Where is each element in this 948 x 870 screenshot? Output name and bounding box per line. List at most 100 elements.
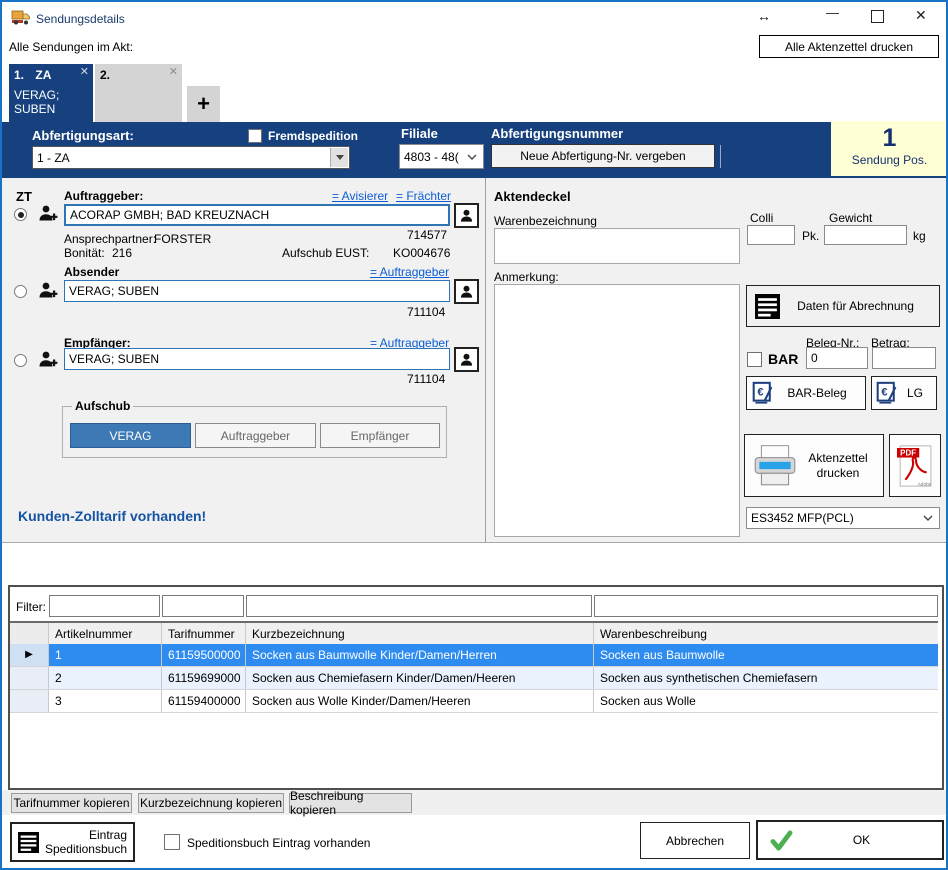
aufschub-auftraggeber-button[interactable]: Auftraggeber xyxy=(195,423,316,448)
zt-radio-empfaenger[interactable] xyxy=(14,354,27,367)
cell-tarifnummer[interactable]: 61159699000 xyxy=(162,667,246,689)
close-icon[interactable]: ✕ xyxy=(915,7,927,24)
row-selector-cell[interactable] xyxy=(10,690,49,712)
aufschub-verag-button[interactable]: VERAG xyxy=(70,423,191,448)
maximize-icon[interactable] xyxy=(871,10,884,23)
absender-auftraggeber-link[interactable]: = Auftraggeber xyxy=(370,265,449,279)
filter-tarifnummer-input[interactable] xyxy=(162,595,244,617)
column-header-artikelnummer[interactable]: Artikelnummer xyxy=(49,623,162,645)
row-selector-icon[interactable]: ▶ xyxy=(10,644,49,666)
cell-warenbeschreibung[interactable]: Socken aus Baumwolle xyxy=(594,644,938,666)
speditionsbuch-checkbox-label: Speditionsbuch Eintrag vorhanden xyxy=(187,836,370,850)
colli-input[interactable] xyxy=(747,225,795,245)
filter-kurzbezeichnung-input[interactable] xyxy=(246,595,592,617)
sendung-position-label: Sendung Pos. xyxy=(831,153,948,167)
auftraggeber-input[interactable] xyxy=(64,204,450,226)
anmerkung-textarea[interactable] xyxy=(494,284,740,537)
betrag-input[interactable] xyxy=(872,347,936,369)
copy-beschreibung-button[interactable]: Beschreibung kopieren xyxy=(289,793,412,813)
table-row[interactable]: 3 61159400000 Socken aus Wolle Kinder/Da… xyxy=(10,690,938,713)
column-header-tarifnummer[interactable]: Tarifnummer xyxy=(162,623,246,645)
absender-input[interactable] xyxy=(64,280,450,302)
minimize-icon[interactable]: — xyxy=(826,5,839,20)
copy-tarifnummer-button[interactable]: Tarifnummer kopieren xyxy=(11,793,132,813)
abfertigungsart-label: Abfertigungsart: xyxy=(32,128,134,143)
aktenzettel-drucken-button[interactable]: Aktenzettel drucken xyxy=(744,434,884,497)
table-header-row: Artikelnummer Tarifnummer Kurzbezeichnun… xyxy=(10,621,938,646)
dropdown-arrow-icon[interactable] xyxy=(330,148,348,167)
cell-warenbeschreibung[interactable]: Socken aus Wolle xyxy=(594,690,938,712)
empfaenger-input[interactable] xyxy=(64,348,450,370)
column-header-warenbeschreibung[interactable]: Warenbeschreibung xyxy=(594,623,938,645)
person-icon xyxy=(459,284,474,299)
zt-radio-auftraggeber[interactable] xyxy=(14,208,27,221)
app-truck-icon xyxy=(11,9,31,29)
add-tab-button[interactable]: + xyxy=(187,86,220,122)
tab1-close-icon[interactable]: ✕ xyxy=(80,67,89,78)
absender-lookup-button[interactable] xyxy=(454,279,479,304)
daten-abrechnung-button[interactable]: Daten für Abrechnung xyxy=(746,285,940,327)
cell-kurzbezeichnung[interactable]: Socken aus Chemiefasern Kinder/Damen/Hee… xyxy=(246,667,594,689)
cell-artikelnummer[interactable]: 3 xyxy=(49,690,162,712)
person-icon xyxy=(459,352,474,367)
filiale-dropdown[interactable]: 4803 - 48( xyxy=(399,144,484,169)
beleg-nr-input[interactable] xyxy=(806,347,868,369)
speditionsbuch-checkbox[interactable] xyxy=(164,834,180,850)
cell-kurzbezeichnung[interactable]: Socken aus Baumwolle Kinder/Damen/Herren xyxy=(246,644,594,666)
printer-icon xyxy=(751,444,799,488)
zolltarif-note: Kunden-Zolltarif vorhanden! xyxy=(18,508,206,524)
empfaenger-lookup-button[interactable] xyxy=(454,347,479,372)
tab2-close-icon[interactable]: ✕ xyxy=(169,67,178,78)
auftraggeber-lookup-button[interactable] xyxy=(454,203,479,228)
tab2-number: 2. xyxy=(100,68,110,82)
column-header-kurzbezeichnung[interactable]: Kurzbezeichnung xyxy=(246,623,594,645)
aufschub-empfaenger-button[interactable]: Empfänger xyxy=(320,423,440,448)
articles-table: Filter: Artikelnummer Tarifnummer Kurzbe… xyxy=(8,585,944,790)
copy-kurzbezeichnung-button[interactable]: Kurzbezeichnung kopieren xyxy=(138,793,284,813)
tab-shipment-1[interactable]: 1. ZA ✕ VERAG; SUBEN xyxy=(9,64,93,122)
zt-radio-absender[interactable] xyxy=(14,285,27,298)
add-person-icon[interactable] xyxy=(38,281,59,303)
ansprechpartner-value: FORSTER xyxy=(154,232,211,246)
cell-tarifnummer[interactable]: 61159500000 xyxy=(162,644,246,666)
filiale-label: Filiale xyxy=(401,126,438,141)
cancel-button[interactable]: Abbrechen xyxy=(640,822,750,859)
add-person-icon[interactable] xyxy=(38,350,59,372)
bar-checkbox[interactable] xyxy=(747,352,762,367)
cell-artikelnummer[interactable]: 1 xyxy=(49,644,162,666)
ok-button[interactable]: OK xyxy=(756,820,944,860)
row-selector-cell[interactable] xyxy=(10,667,49,689)
table-row[interactable]: ▶ 1 61159500000 Socken aus Baumwolle Kin… xyxy=(10,644,938,667)
abfertigungsart-dropdown[interactable]: 1 - ZA xyxy=(32,146,350,169)
cell-artikelnummer[interactable]: 2 xyxy=(49,667,162,689)
chevron-down-icon xyxy=(923,515,933,521)
gewicht-input[interactable] xyxy=(824,225,907,245)
fraechter-link[interactable]: = Frächter xyxy=(396,189,451,203)
tab-shipment-2[interactable]: 2. ✕ xyxy=(95,64,182,122)
bar-beleg-button[interactable]: € BAR-Beleg xyxy=(746,376,866,410)
anmerkung-label: Anmerkung: xyxy=(494,270,559,284)
filter-warenbeschreibung-input[interactable] xyxy=(594,595,938,617)
resize-icon[interactable]: ↔ xyxy=(757,8,771,24)
cell-kurzbezeichnung[interactable]: Socken aus Wolle Kinder/Damen/Heeren xyxy=(246,690,594,712)
add-person-icon[interactable] xyxy=(38,204,59,226)
fremdspedition-checkbox[interactable] xyxy=(248,129,262,143)
svg-text:€: € xyxy=(881,387,887,399)
avisierer-link[interactable]: = Avisierer xyxy=(332,189,388,203)
table-corner-cell xyxy=(10,623,49,645)
pk-label: Pk. xyxy=(802,229,819,243)
print-all-aktenzettel-button[interactable]: Alle Aktenzettel drucken xyxy=(759,35,939,58)
table-row[interactable]: 2 61159699000 Socken aus Chemiefasern Ki… xyxy=(10,667,938,690)
new-abfertigung-nr-button[interactable]: Neue Abfertigung-Nr. vergeben xyxy=(491,144,715,168)
lg-button[interactable]: € LG xyxy=(871,376,937,410)
cell-tarifnummer[interactable]: 61159400000 xyxy=(162,690,246,712)
cell-warenbeschreibung[interactable]: Socken aus synthetischen Chemiefasern xyxy=(594,667,938,689)
filter-artikelnummer-input[interactable] xyxy=(49,595,160,617)
euro-receipt-icon: € xyxy=(752,380,774,406)
warenbezeichnung-textarea[interactable] xyxy=(494,228,740,264)
eintrag-speditionsbuch-button[interactable]: Eintrag Speditionsbuch xyxy=(10,822,135,862)
sendung-position-value: 1 xyxy=(831,123,948,153)
printer-select[interactable]: ES3452 MFP(PCL) xyxy=(746,507,940,529)
pdf-button[interactable]: PDF Adobe xyxy=(889,434,941,497)
abfertigungsnummer-label: Abfertigungsnummer xyxy=(491,126,623,141)
